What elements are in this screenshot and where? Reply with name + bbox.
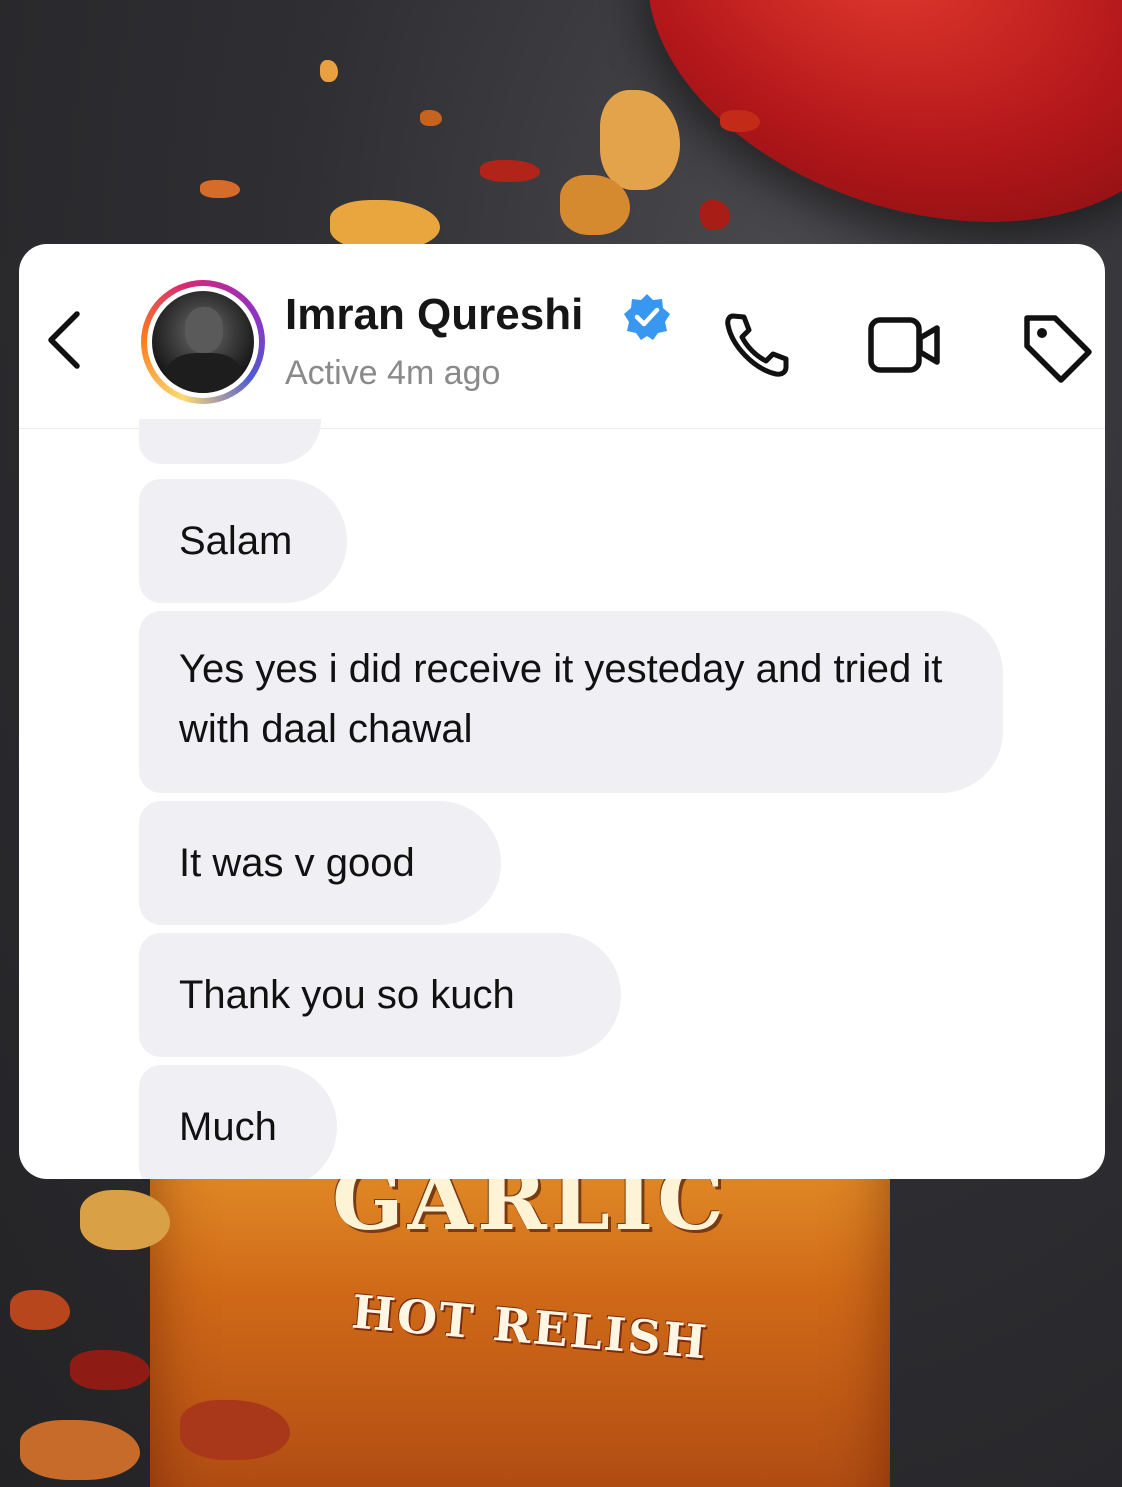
chat-header: Imran Qureshi Active 4m ago xyxy=(19,244,1105,429)
message-bubble[interactable]: Thank you so kuch xyxy=(139,933,621,1057)
message-bubble[interactable]: It was v good xyxy=(139,801,501,925)
phone-icon[interactable] xyxy=(719,306,799,386)
chili-flake xyxy=(720,110,760,132)
chili-flake xyxy=(20,1420,140,1480)
contact-name[interactable]: Imran Qureshi xyxy=(285,290,583,340)
chili-flake xyxy=(10,1290,70,1330)
dm-chat-screenshot: Imran Qureshi Active 4m ago Salam Yes ye… xyxy=(19,244,1105,1179)
chili-flake xyxy=(330,200,440,250)
verified-badge-icon xyxy=(624,294,670,340)
video-camera-icon[interactable] xyxy=(865,306,945,386)
active-status: Active 4m ago xyxy=(285,354,501,392)
back-chevron-icon[interactable] xyxy=(43,308,87,372)
chili-flake xyxy=(320,60,338,82)
avatar-story-ring[interactable] xyxy=(141,280,265,404)
message-bubble[interactable]: Salam xyxy=(139,479,347,603)
avatar xyxy=(152,291,254,393)
message-bubble[interactable]: Much xyxy=(139,1065,337,1179)
chili-flake xyxy=(480,160,540,182)
chili-flake xyxy=(70,1350,150,1390)
tag-icon[interactable] xyxy=(1015,306,1095,386)
chili-flake xyxy=(420,110,442,126)
chili-flake xyxy=(700,200,730,230)
chili-flake xyxy=(600,90,680,190)
message-bubble[interactable]: Yes yes i did receive it yesteday and tr… xyxy=(139,611,1003,793)
message-bubble-partial xyxy=(139,419,321,464)
chili-flake xyxy=(200,180,240,198)
message-thread: Salam Yes yes i did receive it yesteday … xyxy=(19,419,1105,1179)
